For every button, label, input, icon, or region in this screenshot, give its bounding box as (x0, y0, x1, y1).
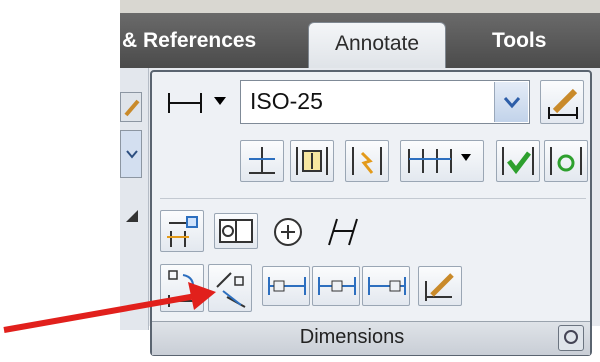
dimension-space-button[interactable] (240, 140, 284, 182)
chevron-down-icon (126, 150, 138, 159)
oblique-icon (328, 218, 358, 246)
jogged-linear-button[interactable] (345, 140, 389, 182)
dimension-dropdown-arrow[interactable] (214, 97, 226, 105)
tolerance-button[interactable] (214, 213, 258, 249)
pencil-icon (425, 273, 454, 301)
dimension-style-manager-button[interactable] (540, 80, 584, 124)
inspection-dimension-icon (296, 147, 328, 175)
jogged-dimension-icon (352, 147, 382, 175)
tab-tools[interactable]: Tools (492, 29, 546, 53)
title-strip (120, 0, 600, 13)
continue-dimension-button[interactable] (400, 140, 484, 182)
continue-dropdown-arrow[interactable] (461, 154, 471, 161)
dialog-launcher-icon (564, 330, 578, 344)
linear-dimension-icon (168, 93, 202, 113)
baseline-dimension-icon (249, 147, 275, 174)
check-icon (502, 147, 534, 175)
panel-expander-icon[interactable] (124, 208, 140, 224)
dimension-style-dropdown-button[interactable] (494, 82, 528, 122)
chevron-down-icon (503, 97, 521, 109)
justify-left-button[interactable] (262, 266, 310, 306)
justify-right-button[interactable] (362, 266, 410, 306)
previous-panel-dropdown[interactable] (120, 130, 142, 178)
previous-panel-button[interactable] (120, 92, 142, 122)
annotation-arrow-icon (3, 282, 216, 333)
right-justify-icon (368, 277, 406, 295)
center-mark-button[interactable] (268, 213, 308, 249)
left-justify-icon (268, 277, 306, 295)
refresh-icon (550, 147, 582, 175)
dimension-button[interactable] (160, 82, 208, 122)
dimension-style-value: ISO-25 (250, 88, 323, 114)
center-mark-icon (274, 218, 302, 246)
check-dimensions-button[interactable] (496, 140, 540, 182)
quick-dimension-button[interactable] (160, 210, 204, 252)
center-justify-icon (318, 277, 356, 295)
justify-center-button[interactable] (312, 266, 360, 306)
tab-annotate[interactable]: Annotate (308, 22, 446, 69)
panel-separator (160, 198, 586, 199)
tab-references[interactable]: & References (122, 29, 256, 53)
dimension-style-icon (548, 88, 578, 119)
update-dimensions-button[interactable] (544, 140, 588, 182)
continue-dimension-icon (408, 149, 452, 173)
oblique-button[interactable] (318, 210, 366, 252)
quick-dimension-icon (167, 216, 198, 247)
override-button[interactable] (418, 266, 462, 306)
dimension-break-button[interactable] (290, 140, 334, 182)
tolerance-icon (219, 219, 253, 243)
brush-icon (124, 99, 140, 117)
